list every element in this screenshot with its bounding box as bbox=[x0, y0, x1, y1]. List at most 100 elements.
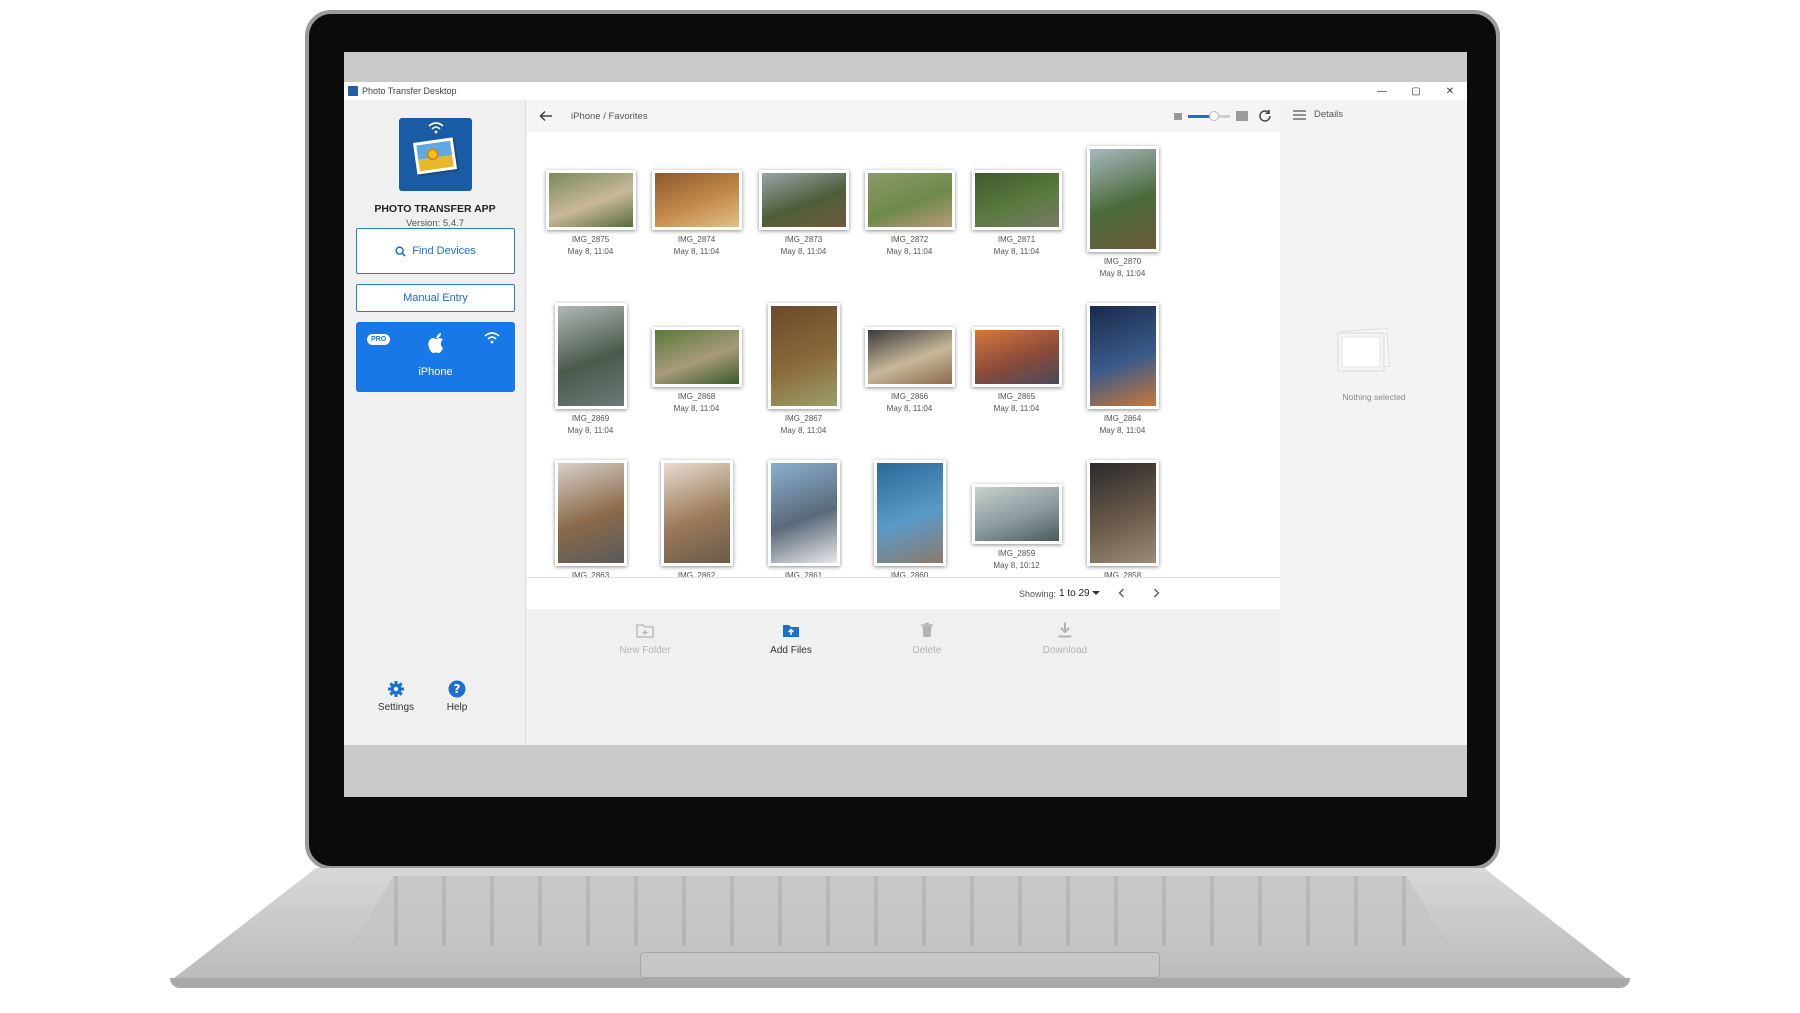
photo-thumbnail[interactable] bbox=[1086, 146, 1159, 252]
photo-tile[interactable]: IMG_2875 May 8, 11:04 bbox=[537, 140, 644, 290]
photo-thumbnail[interactable] bbox=[971, 170, 1062, 230]
desktop-bottom bbox=[344, 745, 1467, 797]
device-card-iphone[interactable]: PRO iPhone bbox=[356, 322, 515, 392]
close-button[interactable]: ✕ bbox=[1433, 86, 1467, 97]
help-label: Help bbox=[446, 702, 468, 713]
laptop-base bbox=[170, 868, 1630, 988]
zoom-slider-thumb[interactable] bbox=[1209, 110, 1220, 121]
photo-tile[interactable]: IMG_2863 bbox=[537, 454, 644, 577]
chevron-down-icon[interactable] bbox=[1092, 591, 1100, 595]
photo-date: May 8, 11:04 bbox=[567, 426, 614, 435]
photo-tile[interactable]: IMG_2868 May 8, 11:04 bbox=[643, 297, 750, 447]
upload-folder-icon bbox=[783, 625, 799, 637]
photo-tile[interactable]: IMG_2859 May 8, 10:12 bbox=[963, 454, 1070, 577]
download-icon bbox=[1058, 622, 1072, 638]
photo-tile[interactable]: IMG_2865 May 8, 11:04 bbox=[963, 297, 1070, 447]
photo-thumbnail[interactable] bbox=[864, 327, 955, 387]
delete-label: Delete bbox=[912, 645, 942, 656]
refresh-icon[interactable] bbox=[1258, 109, 1272, 123]
photo-date: May 8, 11:04 bbox=[780, 247, 827, 256]
find-devices-button[interactable]: Find Devices bbox=[356, 228, 515, 274]
help-button[interactable]: ? Help bbox=[427, 680, 487, 713]
details-title: Details bbox=[1314, 109, 1344, 120]
chevron-right-icon[interactable] bbox=[1149, 586, 1163, 600]
photo-name: IMG_2864 bbox=[1103, 414, 1142, 423]
main-panel: iPhone / Favorites IMG_2875 May 8, 11:04 I… bbox=[527, 100, 1280, 745]
action-bar: New Folder Add Files Delete Download bbox=[527, 609, 1280, 745]
sidebar-footer: Settings ? Help bbox=[344, 680, 526, 730]
photo-tile[interactable]: IMG_2860 bbox=[856, 454, 963, 577]
photo-thumbnail[interactable] bbox=[1086, 460, 1159, 566]
photo-thumbnail[interactable] bbox=[554, 303, 627, 409]
photo-date: May 8, 11:04 bbox=[673, 247, 720, 256]
thumbnail-zoom bbox=[1174, 110, 1248, 121]
photo-tile[interactable]: IMG_2867 May 8, 11:04 bbox=[750, 297, 857, 447]
photo-name: IMG_2872 bbox=[890, 235, 929, 244]
photo-name: IMG_2875 bbox=[571, 235, 610, 244]
photo-tile[interactable]: IMG_2873 May 8, 11:04 bbox=[750, 140, 857, 290]
photo-tile[interactable]: IMG_2862 bbox=[643, 454, 750, 577]
empty-state-text: Nothing selected bbox=[1342, 392, 1406, 402]
app-logo bbox=[399, 118, 472, 191]
photo-date: May 8, 11:04 bbox=[567, 247, 614, 256]
settings-label: Settings bbox=[377, 702, 415, 713]
new-folder-button[interactable]: New Folder bbox=[605, 621, 685, 656]
toolbar: iPhone / Favorites bbox=[527, 100, 1280, 132]
photo-tile[interactable]: IMG_2874 May 8, 11:04 bbox=[643, 140, 750, 290]
manual-entry-label: Manual Entry bbox=[403, 292, 468, 304]
photo-tile[interactable]: IMG_2869 May 8, 11:04 bbox=[537, 297, 644, 447]
maximize-button[interactable]: ▢ bbox=[1399, 86, 1433, 97]
manual-entry-button[interactable]: Manual Entry bbox=[356, 284, 515, 312]
photo-name: IMG_2867 bbox=[784, 414, 823, 423]
delete-button[interactable]: Delete bbox=[887, 621, 967, 656]
photo-thumbnail[interactable] bbox=[660, 460, 733, 566]
find-devices-label: Find Devices bbox=[412, 245, 476, 257]
minimize-button[interactable]: — bbox=[1365, 86, 1399, 97]
photo-thumbnail[interactable] bbox=[767, 460, 840, 566]
back-arrow-icon[interactable] bbox=[539, 109, 553, 123]
photo-tile[interactable]: IMG_2872 May 8, 11:04 bbox=[856, 140, 963, 290]
settings-button[interactable]: Settings bbox=[366, 680, 426, 713]
app-name: PHOTO TRANSFER APP bbox=[374, 203, 496, 215]
pagination: Showing: 1 to 29 bbox=[527, 577, 1280, 609]
photo-thumbnail[interactable] bbox=[545, 170, 636, 230]
new-folder-icon bbox=[636, 624, 654, 638]
download-button[interactable]: Download bbox=[1025, 621, 1105, 656]
zoom-slider[interactable] bbox=[1188, 110, 1230, 121]
app-icon bbox=[348, 86, 358, 96]
photo-thumbnail[interactable] bbox=[864, 170, 955, 230]
photo-thumbnail[interactable] bbox=[767, 303, 840, 409]
photo-date: May 8, 11:04 bbox=[886, 247, 933, 256]
photo-thumbnail[interactable] bbox=[651, 170, 742, 230]
add-files-label: Add Files bbox=[770, 645, 812, 656]
photo-date: May 8, 11:04 bbox=[673, 404, 720, 413]
photo-tile[interactable]: IMG_2866 May 8, 11:04 bbox=[856, 297, 963, 447]
photo-tile[interactable]: IMG_2864 May 8, 11:04 bbox=[1069, 297, 1176, 447]
photo-thumbnail[interactable] bbox=[873, 460, 946, 566]
photo-name: IMG_2873 bbox=[784, 235, 823, 244]
photo-thumbnail[interactable] bbox=[758, 170, 849, 230]
menu-icon bbox=[1293, 109, 1306, 120]
photo-tile[interactable]: IMG_2871 May 8, 11:04 bbox=[963, 140, 1070, 290]
photo-tile[interactable]: IMG_2870 May 8, 11:04 bbox=[1069, 140, 1176, 290]
window-title: Photo Transfer Desktop bbox=[362, 86, 457, 96]
photo-thumbnail[interactable] bbox=[554, 460, 627, 566]
photo-tile[interactable]: IMG_2861 bbox=[750, 454, 857, 577]
photo-date: May 8, 11:04 bbox=[993, 404, 1040, 413]
photo-thumbnail[interactable] bbox=[971, 327, 1062, 387]
photo-thumbnail[interactable] bbox=[1086, 303, 1159, 409]
photo-thumbnail[interactable] bbox=[971, 484, 1062, 544]
add-files-button[interactable]: Add Files bbox=[751, 621, 831, 656]
wifi-icon bbox=[428, 122, 444, 134]
help-icon: ? bbox=[448, 680, 466, 698]
photo-date: May 8, 11:04 bbox=[1099, 426, 1146, 435]
search-icon bbox=[395, 245, 406, 257]
photo-name: IMG_2865 bbox=[997, 392, 1036, 401]
details-header[interactable]: Details bbox=[1293, 109, 1343, 120]
page-range-select[interactable]: 1 to 29 bbox=[1059, 588, 1090, 599]
photo-thumbnail[interactable] bbox=[651, 327, 742, 387]
desktop-top bbox=[344, 52, 1467, 82]
chevron-left-icon[interactable] bbox=[1115, 586, 1129, 600]
photo-tile[interactable]: IMG_2858 bbox=[1069, 454, 1176, 577]
keyboard bbox=[350, 876, 1450, 946]
